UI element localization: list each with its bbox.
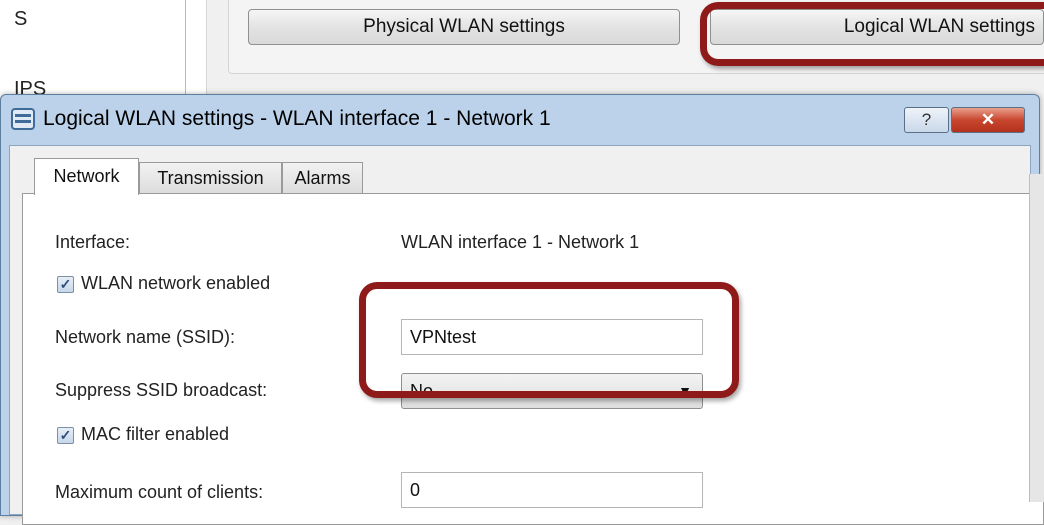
dialog-title-bar[interactable]: Logical WLAN settings - WLAN interface 1… [1, 95, 1039, 145]
dialog-client-area: Network Transmission Alarms Interface: W… [9, 145, 1044, 525]
physical-wlan-settings-button[interactable]: Physical WLAN settings [248, 9, 680, 45]
help-button[interactable]: ? [904, 107, 949, 133]
background-panel-edge [1029, 174, 1044, 502]
wlan-enabled-label[interactable]: WLAN network enabled [81, 273, 270, 294]
interface-value: WLAN interface 1 - Network 1 [401, 232, 640, 252]
ssid-label: Network name (SSID): [55, 327, 236, 347]
wlan-enabled-checkbox[interactable]: ✓ [57, 276, 74, 293]
max-clients-input[interactable]: 0 [401, 472, 703, 508]
suppress-ssid-value: No [410, 381, 434, 401]
mac-filter-checkbox[interactable]: ✓ [57, 427, 74, 444]
close-icon: ✕ [980, 110, 996, 129]
suppress-ssid-label: Suppress SSID broadcast: [55, 380, 268, 400]
suppress-ssid-select[interactable]: No ▼ [401, 373, 703, 409]
window-icon [11, 108, 35, 130]
logical-wlan-settings-button[interactable]: Logical WLAN settings [710, 9, 1044, 45]
logical-wlan-settings-dialog: Logical WLAN settings - WLAN interface 1… [0, 94, 1044, 525]
dialog-title: Logical WLAN settings - WLAN interface 1… [43, 107, 551, 130]
ssid-input[interactable]: VPNtest [401, 319, 703, 355]
sidebar-item-text[interactable]: S [14, 8, 27, 31]
network-tab-panel: Interface: WLAN interface 1 - Network 1 … [22, 193, 1044, 525]
max-clients-label: Maximum count of clients: [55, 482, 264, 502]
checkmark-icon: ✓ [59, 427, 72, 443]
tab-alarms[interactable]: Alarms [282, 162, 363, 194]
mac-filter-label[interactable]: MAC filter enabled [81, 424, 229, 445]
tab-transmission[interactable]: Transmission [139, 162, 282, 194]
tab-network[interactable]: Network [34, 158, 139, 195]
interface-label: Interface: [55, 232, 131, 252]
close-button[interactable]: ✕ [951, 107, 1025, 133]
checkmark-icon: ✓ [59, 276, 72, 292]
help-icon: ? [921, 110, 932, 129]
chevron-down-icon: ▼ [678, 383, 692, 399]
